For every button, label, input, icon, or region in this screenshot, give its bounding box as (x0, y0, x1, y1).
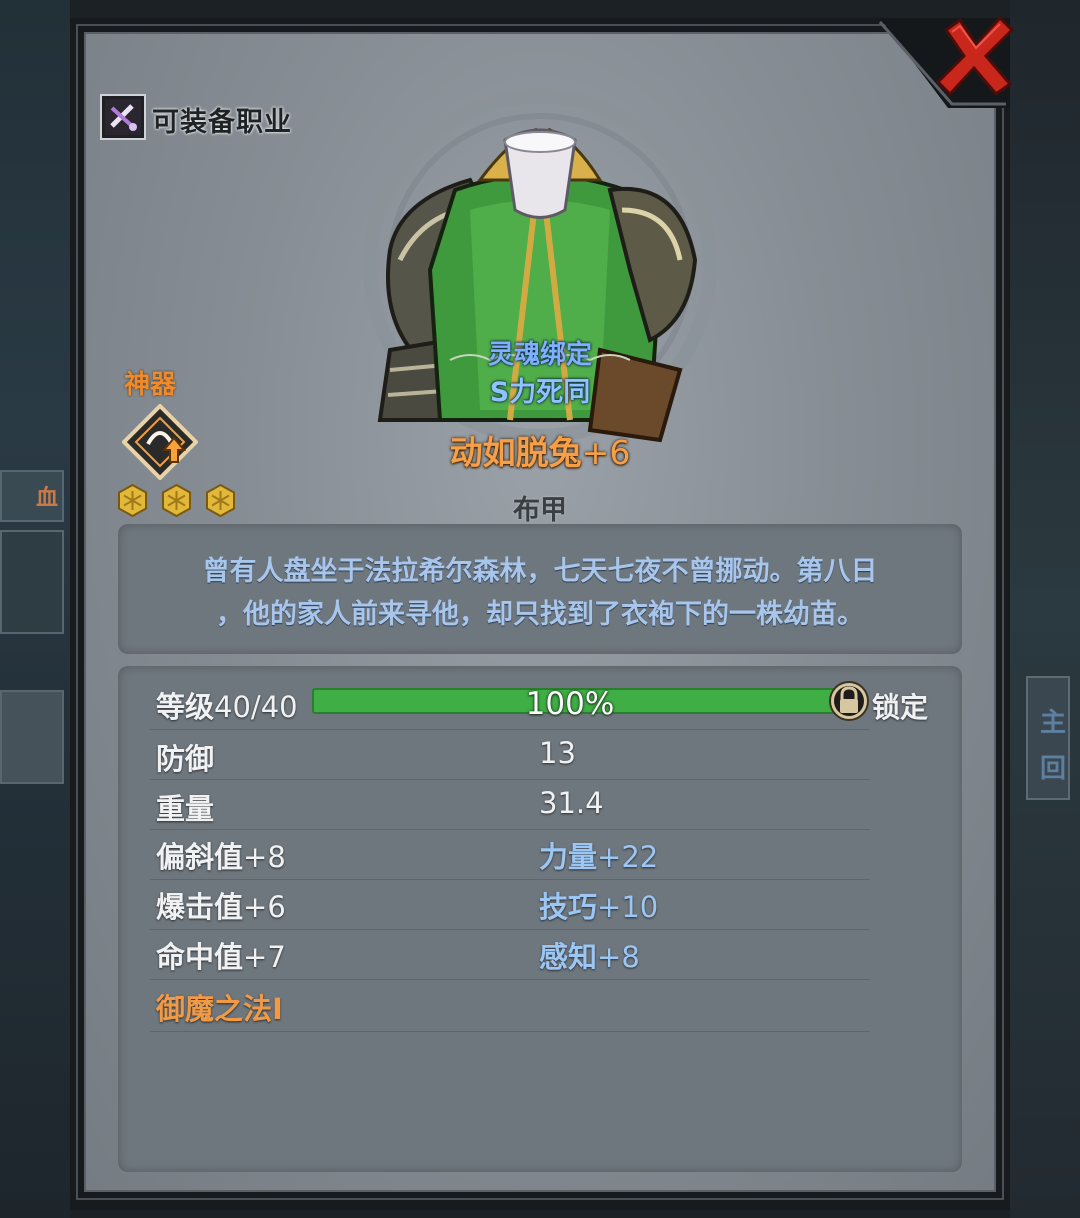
perception-stat: 感知+8 (539, 934, 640, 976)
deflect-value: +8 (243, 840, 286, 874)
strength-stat: 力量+22 (539, 834, 658, 876)
defense-label: 防御 (156, 742, 215, 776)
strength-label: 力量 (539, 840, 598, 874)
row-divider (150, 729, 870, 730)
soul-bound-label: 灵魂绑定 (487, 340, 592, 370)
item-name-text: 动如脱兔 (449, 433, 582, 472)
lock-label[interactable]: 锁定 (872, 686, 928, 726)
level-label-text: 等级 (156, 690, 215, 724)
deflect-label: 偏斜值 (156, 840, 244, 874)
star-icon (206, 484, 235, 517)
skill-value: +10 (597, 890, 659, 924)
crit-value: +6 (243, 890, 286, 924)
description-line: 曾有人盘坐于法拉希尔森林，七天七夜不曾挪动。第八日 (202, 556, 878, 587)
star-rating (116, 484, 237, 517)
lock-icon (829, 681, 869, 721)
background-slot (0, 530, 64, 634)
level-value: 40/40 (214, 690, 298, 724)
description-line: ，他的家人前来寻他，却只找到了衣袍下的一株幼苗。 (216, 599, 864, 630)
row-divider (150, 829, 870, 830)
rarity-label: 神器 (124, 370, 177, 400)
row-divider (150, 779, 870, 780)
row-divider (150, 879, 870, 880)
background-left: 血 (0, 0, 70, 1218)
background-text: 主 回 (1040, 700, 1066, 792)
skill-stat: 技巧+10 (539, 884, 658, 926)
level-percent: 100% (525, 686, 615, 722)
perception-label: 感知 (539, 940, 598, 974)
weight-value: 31.4 (539, 786, 604, 820)
deflect-stat: 偏斜值+8 (156, 834, 286, 876)
weight-label: 重量 (156, 792, 215, 826)
background-char: 回 (1039, 754, 1066, 784)
item-enhance-level: +6 (581, 433, 631, 472)
close-icon (935, 15, 1015, 97)
special-skill: 御魔之法I (156, 992, 283, 1026)
equip-job-label: 可装备职业 (152, 107, 292, 138)
bound-owner-name: S力死同 (489, 377, 591, 408)
crit-label: 爆击值 (156, 890, 244, 924)
defense-value: 13 (539, 736, 576, 770)
item-name: 动如脱兔+6 (360, 426, 720, 474)
star-icon (118, 484, 147, 517)
star-icon (162, 484, 191, 517)
row-divider (150, 1031, 870, 1032)
artifact-icon (122, 404, 198, 480)
level-label: 等级40/40 (156, 684, 298, 726)
perception-value: +8 (597, 940, 640, 974)
background-label: 血 (36, 486, 59, 511)
hit-value: +7 (243, 940, 286, 974)
hit-stat: 命中值+7 (156, 934, 286, 976)
skill-label: 技巧 (539, 890, 598, 924)
item-description: 曾有人盘坐于法拉希尔森林，七天七夜不曾挪动。第八日 ，他的家人前来寻他，却只找到… (150, 550, 930, 636)
strength-value: +22 (597, 840, 659, 874)
row-divider (150, 979, 870, 980)
item-type: 布甲 (513, 495, 567, 526)
lock-button[interactable] (829, 680, 869, 722)
background-slot (0, 690, 64, 784)
close-button[interactable] (930, 10, 1020, 100)
background-right: 主 回 (1010, 0, 1080, 1218)
crit-stat: 爆击值+6 (156, 884, 286, 926)
row-divider (150, 929, 870, 930)
background-char: 主 (1039, 708, 1066, 738)
hit-label: 命中值 (156, 940, 244, 974)
class-icon (100, 94, 146, 140)
